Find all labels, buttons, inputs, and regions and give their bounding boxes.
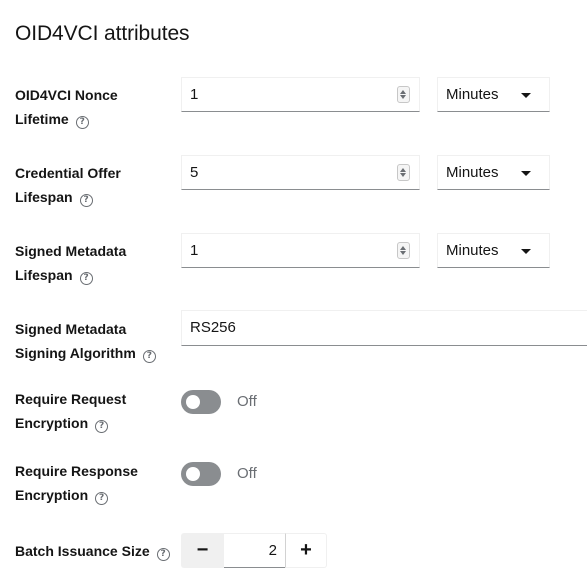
signed-metadata-lifespan-label-line2: Lifespan <box>15 267 73 283</box>
batch-issuance-size-input[interactable]: 2 <box>224 533 285 568</box>
signed-metadata-lifespan-value: 1 <box>190 242 199 259</box>
batch-issuance-size-label-text: Batch Issuance Size <box>15 543 150 559</box>
credential-offer-lifespan-unit: Minutes <box>446 164 499 181</box>
signing-algorithm-input[interactable]: RS256 <box>181 310 587 346</box>
credential-offer-lifespan-unit-select[interactable]: Minutes <box>437 155 550 190</box>
response-encryption-state: Off <box>237 465 257 482</box>
caret-down-icon <box>521 93 531 98</box>
nonce-lifetime-unit: Minutes <box>446 86 499 103</box>
signing-algorithm-label-line2: Signing Algorithm <box>15 345 136 361</box>
help-circle-icon[interactable]: ? <box>79 194 93 207</box>
require-request-encryption-label: Require Request Encryption? <box>15 387 126 435</box>
help-circle-icon[interactable]: ? <box>156 548 170 561</box>
caret-down-icon <box>521 249 531 254</box>
request-encryption-state: Off <box>237 393 257 410</box>
require-response-encryption-label: Require Response Encryption? <box>15 459 138 507</box>
toggle-knob <box>186 467 200 481</box>
response-encryption-label-line2: Encryption <box>15 487 89 503</box>
caret-down-icon <box>521 171 531 176</box>
batch-issuance-size-value: 2 <box>268 542 277 559</box>
credential-offer-lifespan-label: Credential Offer Lifespan? <box>15 161 121 209</box>
toggle-knob <box>186 395 200 409</box>
signed-metadata-lifespan-label-line1: Signed Metadata <box>15 243 127 259</box>
help-circle-icon[interactable]: ? <box>142 350 156 363</box>
minus-button[interactable]: − <box>181 533 224 568</box>
signing-algorithm-label: Signed Metadata Signing Algorithm? <box>15 317 156 365</box>
nonce-lifetime-input[interactable]: 1 <box>181 77 420 112</box>
nonce-lifetime-label-line1: OID4VCI Nonce <box>15 87 118 103</box>
credential-offer-label-line1: Credential Offer <box>15 165 121 181</box>
batch-issuance-size-label: Batch Issuance Size? <box>15 539 170 563</box>
spinner-icon[interactable] <box>397 242 410 259</box>
signed-metadata-lifespan-input[interactable]: 1 <box>181 233 420 268</box>
response-encryption-label-line1: Require Response <box>15 463 138 479</box>
signing-algorithm-value: RS256 <box>190 319 236 336</box>
nonce-lifetime-label-line2: Lifetime <box>15 111 69 127</box>
require-request-encryption-toggle[interactable] <box>181 390 221 414</box>
nonce-lifetime-label: OID4VCI Nonce Lifetime? <box>15 83 118 131</box>
signed-metadata-lifespan-unit-select[interactable]: Minutes <box>437 233 550 268</box>
signing-algorithm-label-line1: Signed Metadata <box>15 321 127 337</box>
signed-metadata-lifespan-unit: Minutes <box>446 242 499 259</box>
nonce-lifetime-unit-select[interactable]: Minutes <box>437 77 550 112</box>
spinner-icon[interactable] <box>397 86 410 103</box>
signed-metadata-lifespan-label: Signed Metadata Lifespan? <box>15 239 126 287</box>
spinner-icon[interactable] <box>397 164 410 181</box>
plus-button[interactable]: + <box>285 533 327 568</box>
batch-issuance-size-stepper: − 2 + <box>181 533 327 568</box>
require-response-encryption-toggle[interactable] <box>181 462 221 486</box>
help-circle-icon[interactable]: ? <box>95 420 109 433</box>
page-title: OID4VCI attributes <box>15 22 190 45</box>
nonce-lifetime-value: 1 <box>190 86 199 103</box>
credential-offer-label-line2: Lifespan <box>15 189 73 205</box>
credential-offer-lifespan-value: 5 <box>190 164 199 181</box>
help-circle-icon[interactable]: ? <box>95 492 109 505</box>
help-circle-icon[interactable]: ? <box>75 116 89 129</box>
help-circle-icon[interactable]: ? <box>79 272 93 285</box>
request-encryption-label-line1: Require Request <box>15 391 127 407</box>
request-encryption-label-line2: Encryption <box>15 415 89 431</box>
credential-offer-lifespan-input[interactable]: 5 <box>181 155 420 190</box>
